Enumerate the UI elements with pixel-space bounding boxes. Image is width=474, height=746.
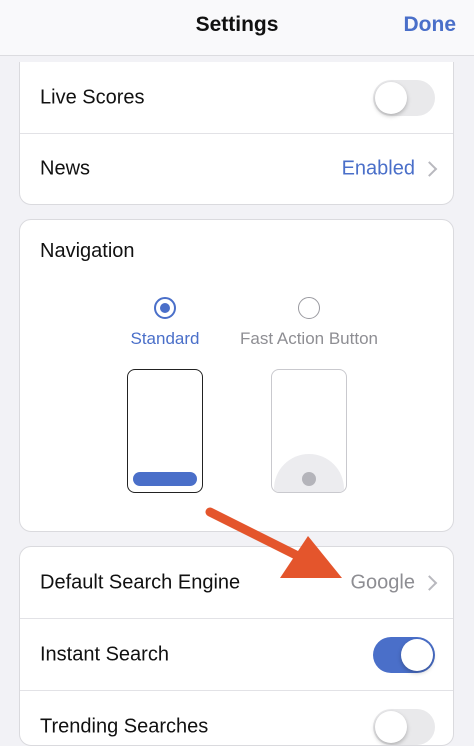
radio-fast-action-button[interactable] — [298, 297, 320, 319]
trending-searches-label: Trending Searches — [40, 715, 209, 738]
row-default-search-engine[interactable]: Default Search Engine Google — [20, 547, 453, 619]
news-label: News — [40, 157, 91, 180]
fast-action-layout-preview[interactable] — [271, 369, 347, 493]
live-scores-label: Live Scores — [40, 86, 145, 108]
row-trending-searches[interactable]: Trending Searches — [20, 691, 453, 745]
default-search-engine-label: Default Search Engine — [40, 571, 241, 593]
instant-search-label: Instant Search — [40, 643, 169, 665]
toggle-knob — [375, 81, 407, 114]
action-dot-shape — [302, 472, 316, 486]
live-scores-toggle[interactable] — [373, 79, 435, 116]
news-value: Enabled — [341, 157, 415, 180]
row-live-scores[interactable]: Live Scores — [20, 62, 453, 134]
option-label-fast-action-button: Fast Action Button — [240, 329, 378, 348]
bottom-bar-shape — [133, 472, 197, 486]
chevron-right-icon — [421, 574, 438, 591]
navigation-title: Navigation — [40, 240, 135, 262]
row-news[interactable]: News Enabled — [20, 134, 453, 204]
default-search-engine-value: Google — [350, 571, 416, 593]
settings-group-top: Live Scores News Enabled — [19, 62, 454, 205]
trending-searches-toggle[interactable] — [373, 709, 435, 745]
done-button[interactable]: Done — [404, 13, 457, 37]
chevron-right-icon — [421, 161, 438, 177]
standard-layout-preview[interactable] — [127, 369, 203, 493]
instant-search-toggle[interactable] — [373, 636, 435, 673]
toggle-knob — [375, 711, 407, 743]
radio-standard[interactable] — [154, 297, 176, 319]
search-settings-group: Default Search Engine Google Instant Sea… — [19, 546, 454, 746]
navigation-group: Navigation Standard Fast Action Button — [19, 219, 454, 532]
toggle-knob — [401, 638, 433, 671]
row-instant-search[interactable]: Instant Search — [20, 619, 453, 691]
navigation-bar: Settings Done — [0, 0, 474, 56]
